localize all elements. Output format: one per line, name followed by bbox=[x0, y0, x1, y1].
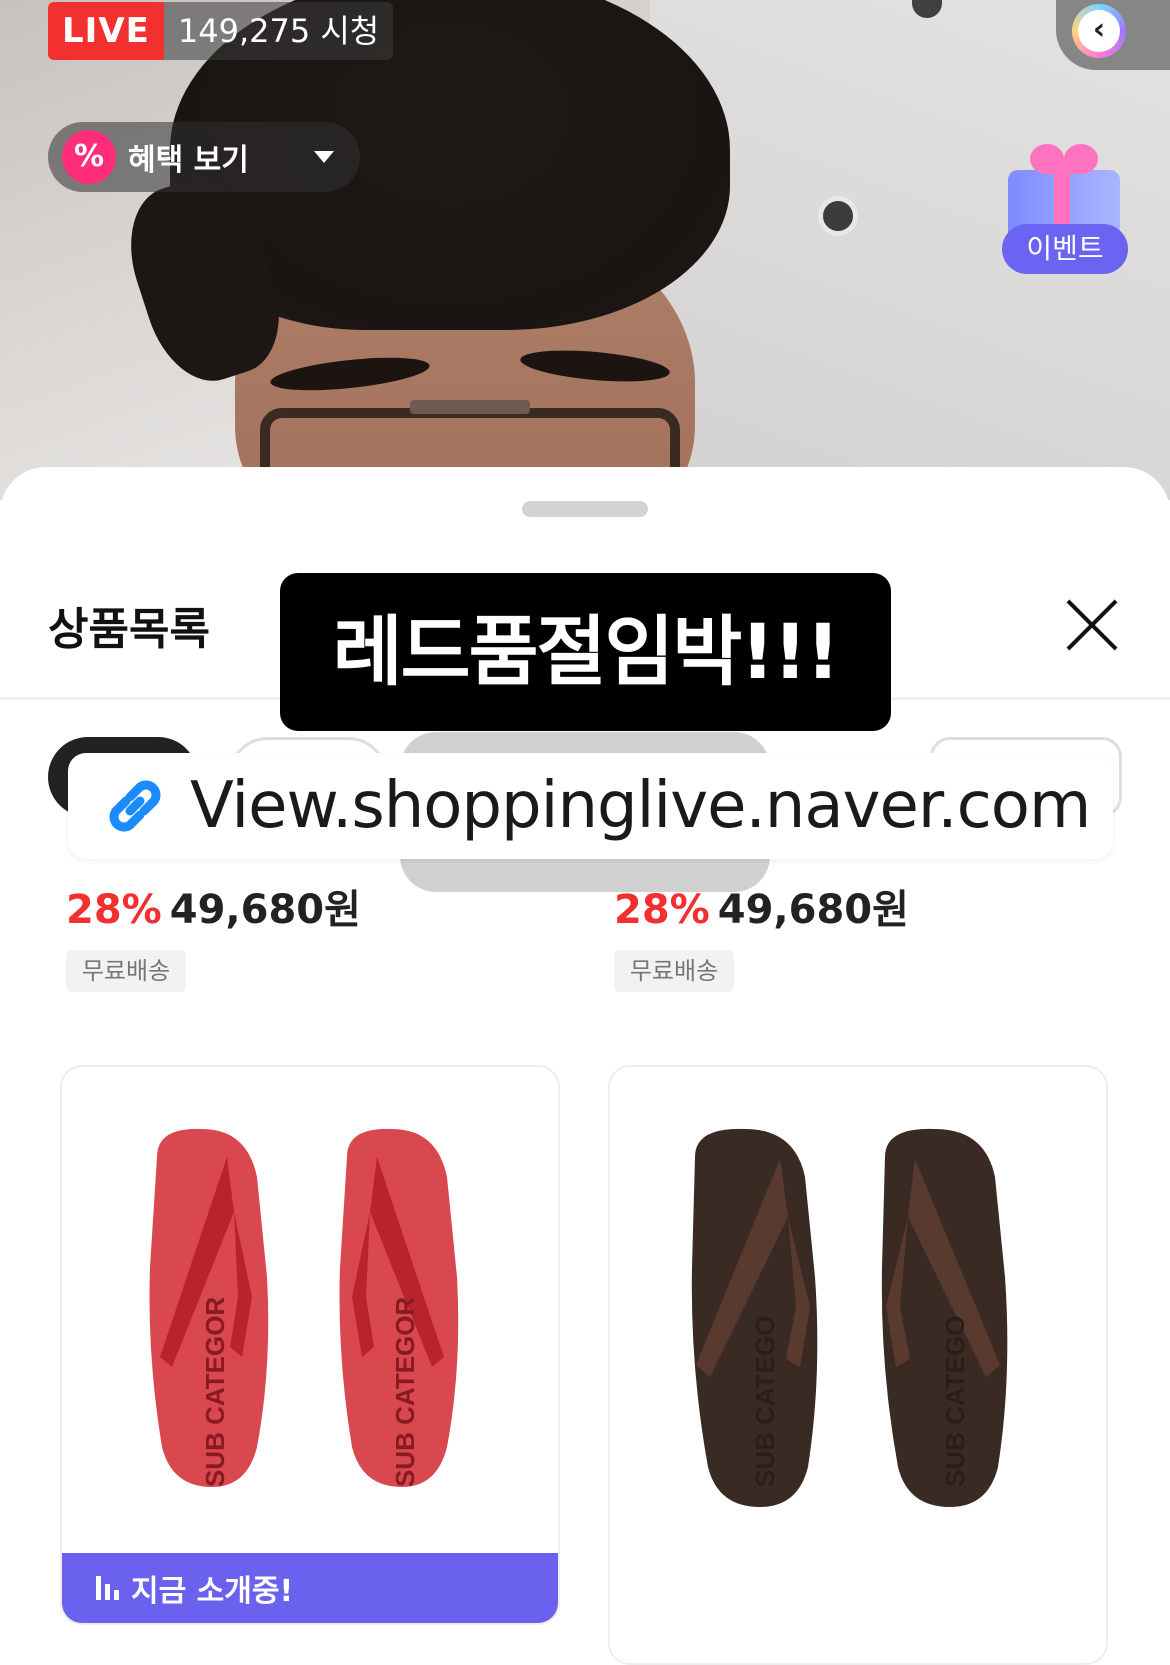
event-button[interactable]: 이벤트 bbox=[1002, 140, 1128, 276]
sandal-print: SUB CATEGO bbox=[750, 1316, 780, 1487]
announcement-banner: 레드품절임박!!! bbox=[280, 573, 891, 731]
glasses-bridge bbox=[410, 400, 530, 414]
sandal-print: SUB CATEGOR bbox=[390, 1297, 420, 1487]
link-url: View.shoppinglive.naver.com bbox=[190, 769, 1091, 843]
sandal-print: SUB CATEGOR bbox=[200, 1297, 230, 1487]
discount-rate: 28% bbox=[614, 887, 710, 933]
equalizer-icon bbox=[96, 1576, 119, 1600]
product-price-row: 28% 49,680원 bbox=[66, 877, 361, 935]
product-image-red-sandals: SUB CATEGOR SUB CATEGOR bbox=[149, 1128, 459, 1487]
now-presenting-bar: 지금 소개중! bbox=[62, 1553, 558, 1623]
back-button[interactable]: ‹ bbox=[1056, 0, 1170, 70]
ceiling-camera bbox=[818, 196, 858, 236]
gift-bow-right bbox=[1064, 144, 1098, 174]
live-tag: LIVE bbox=[48, 2, 164, 60]
free-shipping-badge: 무료배송 bbox=[614, 950, 734, 992]
sandal-print: SUB CATEGO bbox=[940, 1316, 970, 1487]
product-price-row: 28% 49,680원 bbox=[614, 877, 909, 935]
benefit-label: 혜택 보기 bbox=[128, 143, 249, 178]
caret-down-icon bbox=[314, 151, 334, 163]
product-image-brown-sandals: SUB CATEGO SUB CATEGO bbox=[691, 1128, 1008, 1507]
discount-rate: 28% bbox=[66, 887, 162, 933]
sale-price: 49,680원 bbox=[169, 887, 361, 933]
gift-bow-left bbox=[1030, 144, 1064, 174]
benefit-dropdown[interactable]: % 혜택 보기 bbox=[48, 122, 360, 192]
close-icon[interactable] bbox=[1064, 597, 1120, 653]
sheet-drag-handle[interactable] bbox=[522, 501, 648, 517]
live-badge: LIVE 149,275 시청 bbox=[48, 2, 394, 60]
viewer-count: 149,275 시청 bbox=[163, 2, 394, 60]
link-banner[interactable]: View.shoppinglive.naver.com bbox=[68, 753, 1113, 859]
sale-price: 49,680원 bbox=[717, 887, 909, 933]
back-icon: ‹ bbox=[1072, 4, 1126, 58]
live-video bbox=[0, 0, 1170, 500]
now-presenting-label: 지금 소개중! bbox=[131, 1574, 294, 1609]
percent-icon: % bbox=[62, 130, 116, 184]
event-label: 이벤트 bbox=[1002, 224, 1128, 274]
link-icon bbox=[109, 780, 161, 832]
product-list-sheet: 상품목록 View.shoppinglive.naver.com 레드품절임박!… bbox=[0, 467, 1170, 1665]
product-card[interactable]: SUB CATEGO SUB CATEGO bbox=[608, 1065, 1108, 1665]
sheet-title: 상품목록 bbox=[48, 604, 210, 655]
chevron-left-icon: ‹ bbox=[1078, 10, 1120, 52]
free-shipping-badge: 무료배송 bbox=[66, 950, 186, 992]
product-card[interactable]: SUB CATEGOR SUB CATEGOR 지금 소개중! bbox=[60, 1065, 560, 1625]
